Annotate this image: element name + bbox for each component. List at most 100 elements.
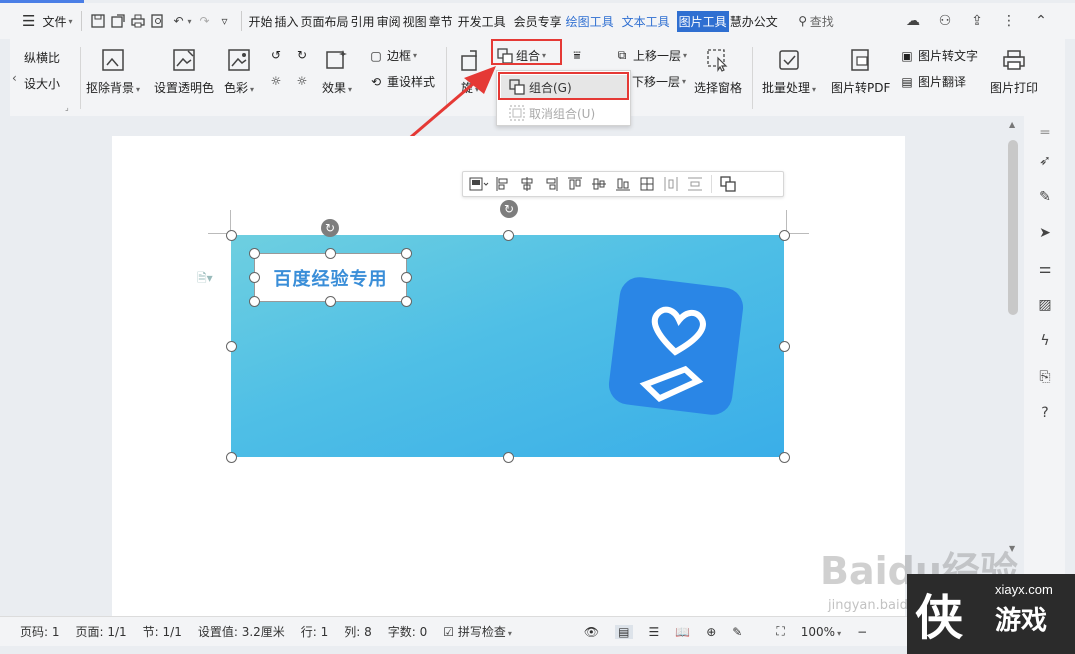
zoom-out-icon[interactable]: − — [857, 625, 867, 639]
tab-references[interactable]: 引用 — [350, 13, 376, 30]
align-bottom-icon[interactable] — [611, 174, 635, 194]
spell-check-toggle[interactable]: ☑ 拼写检查 ▾ — [443, 623, 512, 640]
batch-process-button[interactable]: 批量处理 ▾ — [762, 47, 816, 96]
layout-anchor-icon[interactable]: 🗎▾ — [197, 269, 213, 290]
more-icon[interactable]: ⋮ — [1002, 13, 1016, 29]
tab-chapter[interactable]: 章节 — [428, 13, 454, 30]
status-word-count[interactable]: 字数: 0 — [388, 623, 428, 640]
remove-background-button[interactable]: 抠除背景 ▾ — [86, 47, 140, 96]
resize-handle[interactable] — [401, 248, 412, 259]
image-edit-icon[interactable]: ▨ — [1036, 296, 1054, 314]
eye-protection-icon[interactable]: 👁 — [584, 625, 599, 639]
scrollbar-thumb[interactable] — [1008, 140, 1018, 315]
tab-start[interactable]: 开始 — [248, 13, 274, 30]
hamburger-icon[interactable]: ☰ — [22, 12, 35, 30]
redo-button[interactable]: ↷ — [195, 9, 215, 33]
rotate-left-button[interactable]: ↺ — [268, 47, 287, 63]
resize-handle[interactable] — [226, 341, 237, 352]
align-button[interactable]: ⩸ — [566, 47, 591, 63]
file-menu[interactable]: 文件 ▾ — [39, 9, 75, 33]
help-icon[interactable]: ? — [1036, 404, 1054, 422]
status-setting[interactable]: 设置值: 3.2厘米 — [198, 623, 285, 640]
print-button[interactable] — [128, 9, 148, 33]
pen-icon[interactable]: ✎ — [1036, 188, 1054, 206]
resize-handle[interactable] — [779, 230, 790, 241]
brightness-down-button[interactable]: ☼ — [294, 73, 313, 89]
distribute-vertical-icon[interactable] — [683, 174, 707, 194]
rotate-handle-icon[interactable]: ↻ — [500, 200, 518, 218]
resize-handle[interactable] — [503, 230, 514, 241]
align-right-icon[interactable] — [539, 174, 563, 194]
rotate-right-button[interactable]: ↻ — [294, 47, 313, 63]
save-button[interactable] — [88, 9, 108, 33]
tab-page-layout[interactable]: 页面布局 — [300, 13, 350, 30]
resize-handle[interactable] — [401, 296, 412, 307]
lightning-icon[interactable]: ϟ — [1036, 332, 1054, 350]
image-translate-button[interactable]: ▤ 图片翻译 — [899, 73, 966, 90]
status-pages[interactable]: 页面: 1/1 — [76, 623, 127, 640]
tab-drawing-tools[interactable]: 绘图工具 — [565, 13, 615, 30]
tab-picture-tools[interactable]: 图片工具 — [676, 10, 729, 32]
undo-button[interactable]: ↶ ▾ — [168, 9, 194, 33]
set-size-label[interactable]: 设大小 — [24, 75, 60, 92]
resize-handle[interactable] — [249, 296, 260, 307]
book-search-icon[interactable]: ⎘ — [1036, 368, 1054, 386]
outline-view-icon[interactable]: ☰ — [649, 625, 660, 639]
status-section[interactable]: 节: 1/1 — [143, 623, 182, 640]
resize-handle[interactable] — [503, 452, 514, 463]
tab-insert[interactable]: 插入 — [274, 13, 300, 30]
align-center-icon[interactable] — [515, 174, 539, 194]
move-up-button[interactable]: ⧉ 上移一层 ▾ — [614, 47, 687, 64]
aspect-ratio-label[interactable]: 纵横比 — [24, 49, 60, 66]
preview-button[interactable] — [148, 9, 168, 33]
resize-handle[interactable] — [779, 452, 790, 463]
fit-page-icon[interactable]: ⛶ — [776, 624, 784, 639]
layout-options-icon[interactable] — [467, 174, 491, 194]
cursor-icon[interactable]: ➤ — [1036, 224, 1054, 242]
align-left-icon[interactable] — [491, 174, 515, 194]
align-middle-icon[interactable] — [587, 174, 611, 194]
effects-button[interactable]: 效果 ▾ — [322, 47, 352, 96]
image-to-pdf-button[interactable]: 图片转PDF — [831, 47, 890, 96]
search-button[interactable]: ⚲ 查找 — [793, 9, 837, 33]
rocket-icon[interactable]: ➶ — [1036, 152, 1054, 170]
resize-handle[interactable] — [401, 272, 412, 283]
ribbon-scroll-left-icon[interactable]: ‹ — [12, 71, 17, 85]
share-icon[interactable]: ⇪ — [970, 13, 984, 29]
resize-handle[interactable] — [779, 341, 790, 352]
color-button[interactable]: 色彩 ▾ — [224, 47, 254, 96]
tab-view[interactable]: 视图 — [402, 13, 428, 30]
sliders-icon[interactable]: ⚌ — [1036, 260, 1054, 278]
group-icon[interactable] — [716, 174, 740, 194]
tab-text-tools[interactable]: 文本工具 — [621, 13, 671, 30]
resize-handle[interactable] — [249, 248, 260, 259]
move-down-button[interactable]: 下移一层 ▾ — [632, 73, 686, 90]
text-box[interactable]: 百度经验专用 — [254, 253, 407, 302]
ungroup-menu-item[interactable]: 取消组合(U) — [501, 101, 627, 125]
user-add-icon[interactable]: ⚇ — [938, 13, 952, 29]
write-view-icon[interactable]: ✎ — [732, 625, 742, 639]
scroll-up-icon[interactable]: ▲ — [1009, 120, 1015, 129]
resize-handle[interactable] — [249, 272, 260, 283]
resize-handle[interactable] — [226, 230, 237, 241]
selection-pane-button[interactable]: 选择窗格 — [694, 47, 742, 96]
zoom-selector[interactable]: 100% ▾ — [801, 625, 841, 639]
align-top-icon[interactable] — [563, 174, 587, 194]
resize-handle[interactable] — [325, 296, 336, 307]
set-transparent-button[interactable]: 设置透明色 — [154, 47, 214, 96]
customize-button[interactable]: ▿ — [215, 9, 235, 33]
export-button[interactable] — [108, 9, 128, 33]
reading-view-icon[interactable]: 📖 — [675, 625, 690, 639]
image-print-button[interactable]: 图片打印 — [990, 47, 1038, 96]
distribute-grid-icon[interactable] — [635, 174, 659, 194]
tab-developer[interactable]: 开发工具 — [457, 13, 507, 30]
resize-handle[interactable] — [226, 452, 237, 463]
brightness-up-button[interactable]: ☼ — [268, 73, 287, 89]
tab-smart-office[interactable]: 慧办公文 — [729, 13, 779, 30]
resize-handle[interactable] — [325, 248, 336, 259]
sidebar-menu-icon[interactable]: ═ — [1036, 124, 1054, 142]
image-to-text-button[interactable]: ▣ 图片转文字 — [899, 47, 978, 64]
border-button[interactable]: ▢ 边框 ▾ — [368, 47, 417, 64]
rotate-handle-icon[interactable]: ↻ — [321, 219, 339, 237]
cloud-icon[interactable]: ☁ — [906, 13, 920, 29]
